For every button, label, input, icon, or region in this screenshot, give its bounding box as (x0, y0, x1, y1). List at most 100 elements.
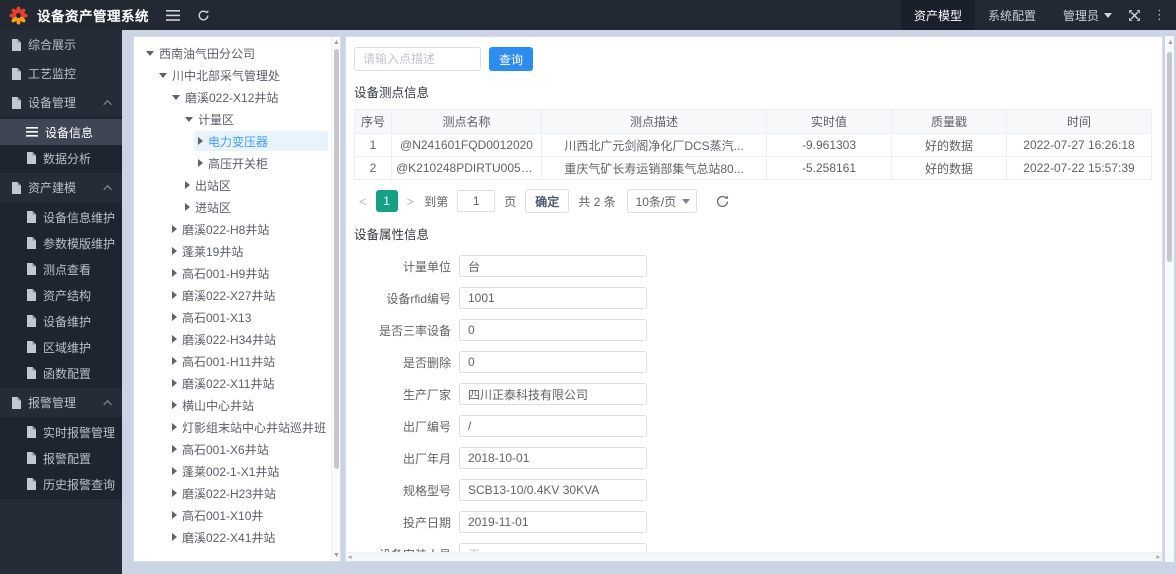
tree-node-1[interactable]: 川中北部采气管理处 (134, 64, 340, 86)
tree-node-18[interactable]: 高石001-X6井站 (134, 438, 340, 460)
caret-right-icon[interactable] (172, 379, 177, 387)
more-options-kebab-icon[interactable]: ⋮ (1153, 7, 1166, 23)
caret-right-icon[interactable] (172, 467, 177, 475)
field-input-7[interactable]: SCB13-10/0.4KV 30KVA (459, 479, 647, 501)
tree-node-7[interactable]: 进站区 (134, 196, 340, 218)
field-input-4[interactable]: 四川正泰科技有限公司 (459, 383, 647, 405)
query-button[interactable]: 查询 (489, 47, 533, 71)
sidebar-item-0[interactable]: 综合展示 (0, 30, 122, 59)
hscroll-left-icon[interactable]: ◂ (348, 553, 352, 561)
table-row-0[interactable]: 1 @N241601FQD0012020 川西北广元剑阁净化厂DCS蒸汽... -9.… (354, 133, 1152, 157)
tree-node-11[interactable]: 磨溪022-X27井站 (134, 284, 340, 306)
sidebar-subitem-2-0[interactable]: 设备信息 (0, 119, 122, 145)
tree-node-15[interactable]: 磨溪022-X11井站 (134, 372, 340, 394)
tree-node-content[interactable]: 磨溪022-X12井站 (168, 87, 328, 107)
caret-right-icon[interactable] (172, 225, 177, 233)
tree-node-content[interactable]: 高石001-X10井 (168, 505, 328, 525)
tree-node-content[interactable]: 计量区 (181, 109, 328, 129)
tree-node-9[interactable]: 蓬莱19井站 (134, 240, 340, 262)
sidebar-subitem-3-0[interactable]: 设备信息维护 (0, 204, 122, 230)
caret-right-icon[interactable] (172, 423, 177, 431)
caret-right-icon[interactable] (172, 269, 177, 277)
tree-node-10[interactable]: 高石001-H9井站 (134, 262, 340, 284)
tree-node-content[interactable]: 磨溪022-X41井站 (168, 527, 328, 547)
table-refresh-icon[interactable] (715, 194, 730, 209)
tree-node-content[interactable]: 磨溪022-H8井站 (168, 219, 328, 239)
tree-node-content[interactable]: 横山中心井站 (168, 395, 328, 415)
tree-node-content[interactable]: 高压开关柜 (194, 153, 328, 173)
tree-scrollbar[interactable]: ▲ ▼ (331, 37, 340, 561)
caret-right-icon[interactable] (198, 159, 203, 167)
tree-node-12[interactable]: 高石001-X13 (134, 306, 340, 328)
vscroll-up-icon[interactable]: ▲ (1167, 39, 1174, 46)
tree-node-3[interactable]: 计量区 (134, 108, 340, 130)
field-input-2[interactable]: 0 (459, 319, 647, 341)
table-row-1[interactable]: 2 @K210248PDIRTU00512_ 重庆气矿长寿运销部集气总站80... -… (354, 156, 1152, 180)
caret-right-icon[interactable] (172, 511, 177, 519)
tree-node-content[interactable]: 电力变压器 (194, 131, 328, 151)
tab-system-config[interactable]: 系统配置 (975, 0, 1049, 30)
caret-right-icon[interactable] (198, 137, 203, 145)
main-horizontal-scrollbar[interactable]: ◂ ▸ (346, 552, 1162, 561)
field-input-3[interactable]: 0 (459, 351, 647, 373)
sidebar-subitem-3-1[interactable]: 参数模版维护 (0, 230, 122, 256)
tree-node-2[interactable]: 磨溪022-X12井站 (134, 86, 340, 108)
caret-right-icon[interactable] (185, 203, 190, 211)
caret-down-icon[interactable] (185, 116, 193, 122)
tree-node-content[interactable]: 蓬莱19井站 (168, 241, 328, 261)
tree-node-0[interactable]: 西南油气田分公司 (134, 42, 340, 64)
user-menu[interactable]: 管理员 (1063, 7, 1112, 24)
sidebar-subitem-4-0[interactable]: 实时报警管理 (0, 419, 122, 445)
tree-scroll-up-icon[interactable]: ▲ (333, 39, 340, 46)
sidebar-subitem-3-6[interactable]: 函数配置 (0, 360, 122, 386)
sidebar-subitem-3-5[interactable]: 区域维护 (0, 334, 122, 360)
tree-node-content[interactable]: 高石001-H9井站 (168, 263, 328, 283)
tree-node-content[interactable]: 灯影组末站中心井站巡井班 (168, 417, 328, 437)
tree-node-content[interactable]: 磨溪022-X11井站 (168, 373, 328, 393)
tree-node-21[interactable]: 高石001-X10井 (134, 504, 340, 526)
sidebar-subitem-3-4[interactable]: 设备维护 (0, 308, 122, 334)
tree-scroll-down-icon[interactable]: ▼ (333, 552, 340, 559)
sidebar-item-4[interactable]: 报警管理 (0, 388, 122, 417)
caret-right-icon[interactable] (185, 181, 190, 189)
sidebar-subitem-3-2[interactable]: 测点查看 (0, 256, 122, 282)
sidebar-item-3[interactable]: 资产建模 (0, 173, 122, 202)
caret-right-icon[interactable] (172, 313, 177, 321)
field-input-0[interactable]: 台 (459, 255, 647, 277)
tree-node-13[interactable]: 磨溪022-H34井站 (134, 328, 340, 350)
caret-down-icon[interactable] (172, 94, 180, 100)
sidebar-subitem-4-1[interactable]: 报警配置 (0, 445, 122, 471)
tree-node-content[interactable]: 川中北部采气管理处 (155, 65, 328, 85)
tree-node-content[interactable]: 磨溪022-X27井站 (168, 285, 328, 305)
sidebar-subitem-4-2[interactable]: 历史报警查询 (0, 471, 122, 497)
next-page-icon[interactable]: > (402, 194, 420, 209)
sidebar-subitem-3-3[interactable]: 资产结构 (0, 282, 122, 308)
tree-node-4[interactable]: 电力变压器 (134, 130, 340, 152)
tree-node-content[interactable]: 进站区 (181, 197, 328, 217)
tree-node-17[interactable]: 灯影组末站中心井站巡井班 (134, 416, 340, 438)
tree-node-14[interactable]: 高石001-H11井站 (134, 350, 340, 372)
sidebar-collapse-icon[interactable] (166, 9, 180, 21)
goto-confirm-button[interactable]: 确定 (525, 189, 570, 213)
tree-node-content[interactable]: 高石001-X13 (168, 307, 328, 327)
tree-node-content[interactable]: 磨溪022-H23井站 (168, 483, 328, 503)
sidebar-item-2[interactable]: 设备管理 (0, 88, 122, 117)
caret-down-icon[interactable] (159, 72, 167, 78)
tree-scrollbar-thumb[interactable] (333, 49, 339, 469)
field-input-6[interactable]: 2018-10-01 (459, 447, 647, 469)
caret-right-icon[interactable] (172, 357, 177, 365)
prev-page-icon[interactable]: < (354, 194, 372, 209)
tree-node-content[interactable]: 蓬莱002-1-X1井站 (168, 461, 328, 481)
tree-node-content[interactable]: 高石001-H11井站 (168, 351, 328, 371)
tree-node-5[interactable]: 高压开关柜 (134, 152, 340, 174)
sidebar-subitem-2-1[interactable]: 数据分析 (0, 145, 122, 171)
tree-node-content[interactable]: 西南油气田分公司 (142, 43, 328, 63)
fullscreen-icon[interactable] (1128, 9, 1141, 22)
caret-right-icon[interactable] (172, 291, 177, 299)
caret-right-icon[interactable] (172, 335, 177, 343)
tree-node-8[interactable]: 磨溪022-H8井站 (134, 218, 340, 240)
tree-node-content[interactable]: 磨溪022-H34井站 (168, 329, 328, 349)
field-input-5[interactable]: / (459, 415, 647, 437)
caret-right-icon[interactable] (172, 489, 177, 497)
tab-asset-model[interactable]: 资产模型 (900, 0, 975, 30)
